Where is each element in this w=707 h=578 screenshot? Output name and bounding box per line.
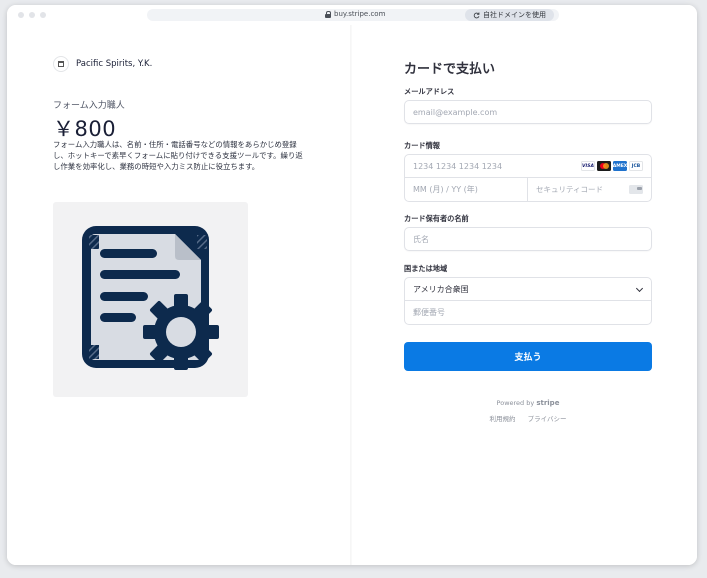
card-info-group: 1234 1234 1234 1234 VISA AMEX JCB MM (月)… <box>404 154 652 202</box>
country-select[interactable]: アメリカ合衆国 <box>405 278 651 301</box>
card-info-label: カード情報 <box>404 141 440 150</box>
email-field[interactable]: email@example.com <box>404 100 652 124</box>
cardholder-placeholder: 氏名 <box>413 234 429 244</box>
payment-heading: カードで支払い <box>404 62 496 77</box>
product-name: フォーム入力職人 <box>53 101 125 111</box>
product-summary-panel: Pacific Spirits, Y.K. フォーム入力職人 ￥800 フォーム… <box>7 25 352 565</box>
card-number-field[interactable]: 1234 1234 1234 1234 VISA AMEX JCB <box>405 155 651 178</box>
product-description: フォーム入力職人は、名前・住所・電話番号などの情報をあらかじめ登録し、ホットキー… <box>53 140 303 171</box>
visa-icon: VISA <box>581 161 595 171</box>
window-zoom-dot[interactable] <box>40 12 46 18</box>
chevron-down-icon <box>635 284 644 293</box>
product-image <box>53 202 248 397</box>
merchant-name: Pacific Spirits, Y.K. <box>76 59 153 69</box>
refresh-icon <box>473 12 480 18</box>
terms-link[interactable]: 利用規約 <box>490 415 516 423</box>
amex-icon: AMEX <box>613 161 627 171</box>
email-placeholder: email@example.com <box>413 107 498 117</box>
custom-domain-pill[interactable]: 自社ドメインを使用 <box>465 9 554 21</box>
privacy-link[interactable]: プライバシー <box>528 415 567 423</box>
address-group: アメリカ合衆国 郵便番号 <box>404 277 652 325</box>
cardholder-name-field[interactable]: 氏名 <box>404 227 652 251</box>
document-gear-icon <box>82 226 219 370</box>
card-cvc-placeholder: セキュリティコード <box>536 185 604 194</box>
card-expiry-placeholder: MM (月) / YY (年) <box>413 185 478 194</box>
window-minimize-dot[interactable] <box>29 12 35 18</box>
url-text: buy.stripe.com <box>334 10 386 18</box>
mastercard-icon <box>597 161 611 171</box>
lock-icon <box>325 10 331 18</box>
payment-form-panel: カードで支払い メールアドレス email@example.com カード情報 … <box>352 25 697 565</box>
card-expiry-field[interactable]: MM (月) / YY (年) <box>405 178 528 201</box>
powered-by-stripe[interactable]: Powered by stripe <box>404 399 652 407</box>
window-close-dot[interactable] <box>18 12 24 18</box>
merchant-logo <box>53 56 69 72</box>
cvc-icon <box>629 185 643 194</box>
jcb-icon: JCB <box>629 161 643 171</box>
email-label: メールアドレス <box>404 87 455 96</box>
footer-links: 利用規約 プライバシー <box>404 413 652 423</box>
card-brand-list: VISA AMEX JCB <box>581 161 643 171</box>
url-display[interactable]: buy.stripe.com <box>325 10 385 18</box>
postal-code-field[interactable]: 郵便番号 <box>405 301 651 324</box>
custom-domain-label: 自社ドメインを使用 <box>483 11 546 19</box>
card-number-placeholder: 1234 1234 1234 1234 <box>413 161 503 171</box>
stripe-logo: stripe <box>536 399 560 407</box>
cardholder-label: カード保有者の名前 <box>404 214 469 223</box>
postal-placeholder: 郵便番号 <box>413 308 445 317</box>
powered-by-text: Powered by <box>496 399 535 407</box>
browser-chrome: buy.stripe.com 自社ドメインを使用 <box>7 5 697 25</box>
browser-window: buy.stripe.com 自社ドメインを使用 Pacific Spirits… <box>7 5 697 565</box>
merchant-header: Pacific Spirits, Y.K. <box>53 56 152 72</box>
country-label: 国または地域 <box>404 264 448 273</box>
country-value: アメリカ合衆国 <box>413 284 469 294</box>
pay-button[interactable]: 支払う <box>404 342 652 371</box>
card-cvc-field[interactable]: セキュリティコード <box>528 178 651 201</box>
